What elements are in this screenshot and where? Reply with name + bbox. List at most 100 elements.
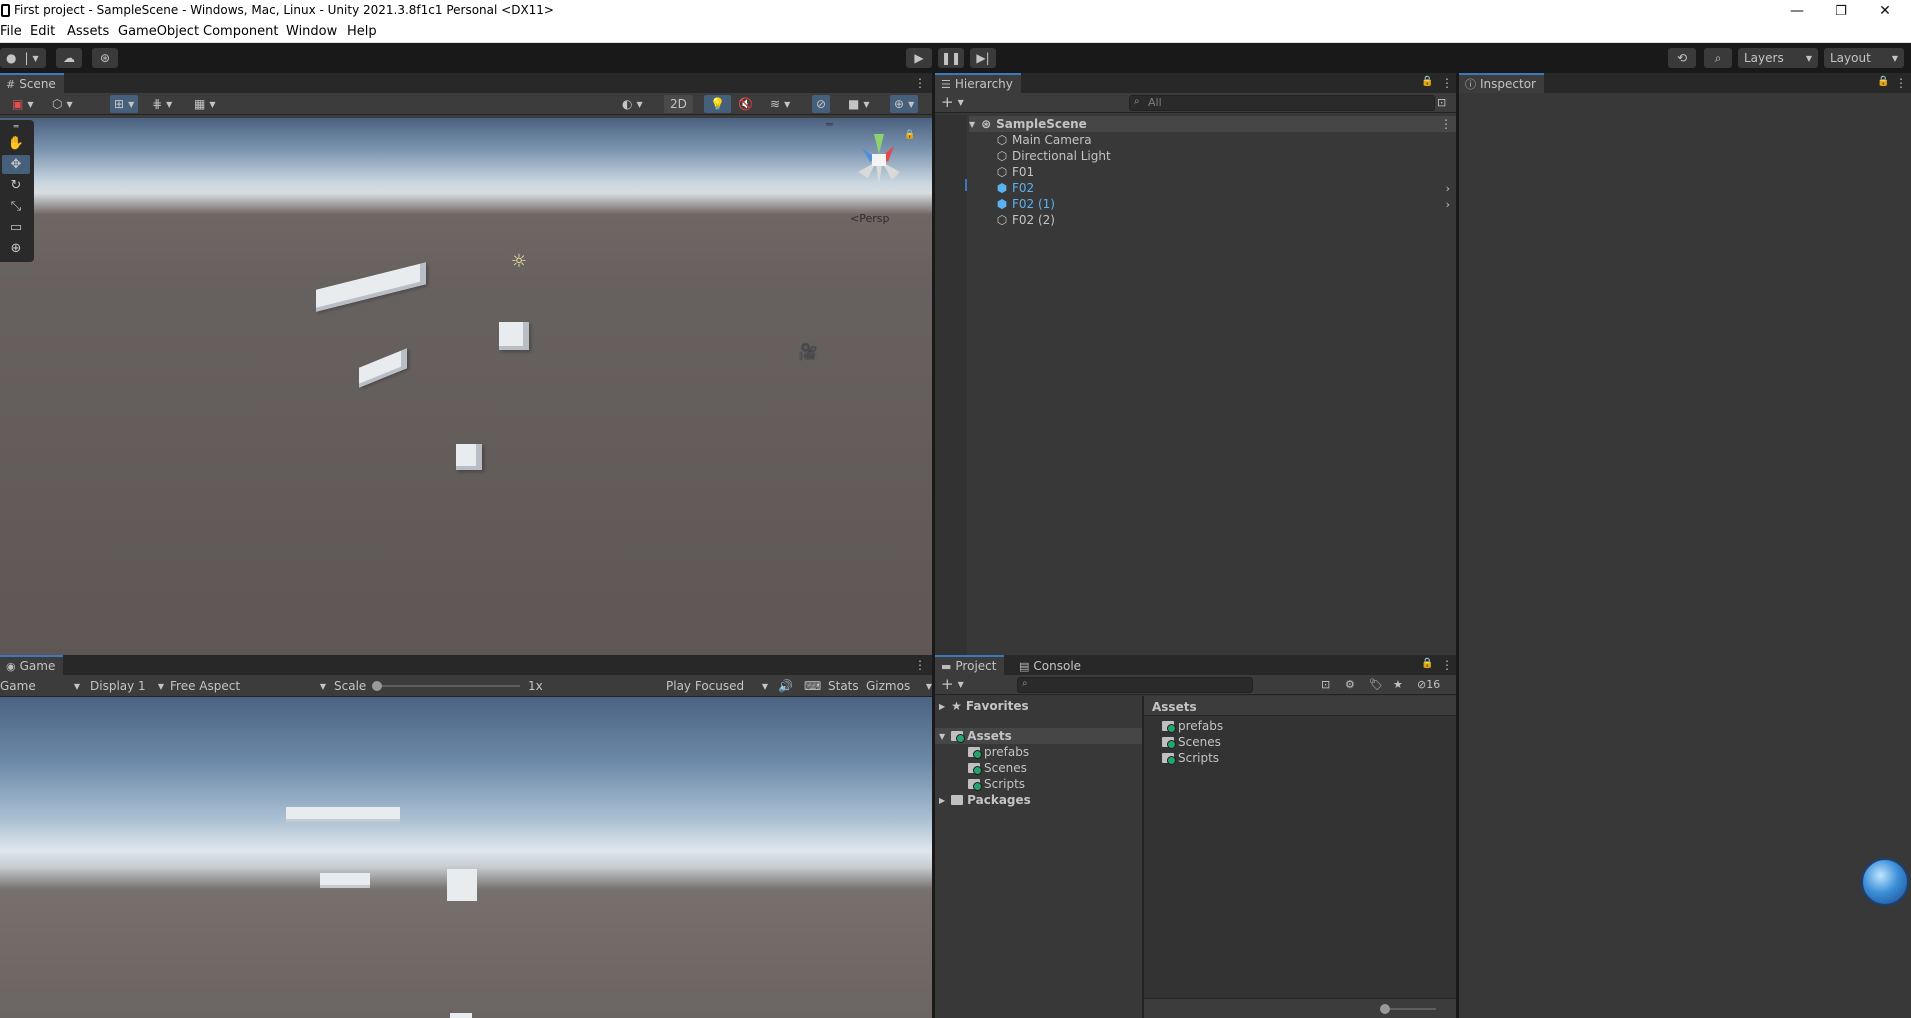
grid-snap-toggle[interactable]: ⊞ ▼ — [110, 95, 139, 113]
hidden-objects-toggle[interactable]: ⊘ — [812, 95, 831, 113]
restore-button[interactable]: ❐ — [1819, 0, 1863, 22]
mute-audio-button[interactable]: 🔊 — [778, 677, 793, 695]
content-folder[interactable]: Scripts — [1162, 750, 1219, 766]
transform-tool-icon[interactable]: ⊕ — [2, 239, 30, 258]
layout-dropdown[interactable]: Layout ▼ — [1824, 48, 1904, 68]
draw-mode-dropdown[interactable]: ▣ ▼ — [12, 95, 34, 113]
scene-menu-icon[interactable]: ⋮ — [914, 76, 926, 90]
scene-object-platform-short[interactable] — [359, 348, 407, 388]
minimize-button[interactable]: — — [1775, 0, 1819, 22]
hierarchy-item[interactable]: ⬡ Directional Light — [995, 148, 1111, 164]
scene-menu-icon[interactable]: ⋮ — [1440, 117, 1452, 131]
scene-viewport[interactable]: ☼ 🎥 🔒 ═ <Persp — [0, 118, 932, 655]
tab-hierarchy[interactable]: ☰ Hierarchy — [935, 73, 1021, 93]
step-button[interactable]: ▶| — [970, 48, 996, 68]
chevron-right-icon[interactable]: › — [1446, 198, 1450, 211]
collab-button[interactable]: ⊛ — [92, 48, 118, 68]
effects-dropdown[interactable]: ≋ ▼ — [770, 95, 790, 113]
close-button[interactable]: ✕ — [1863, 0, 1907, 22]
lock-icon[interactable]: 🔒 — [1421, 76, 1433, 87]
gizmo-lock-icon[interactable]: 🔒 — [904, 130, 915, 140]
menu-edit[interactable]: Edit — [30, 24, 55, 39]
content-breadcrumb[interactable]: Assets — [1144, 696, 1456, 716]
inspector-menu-icon[interactable]: ⋮ — [1895, 76, 1907, 90]
content-folder[interactable]: Scenes — [1162, 734, 1221, 750]
lighting-toggle[interactable]: 💡 — [704, 95, 731, 113]
hierarchy-menu-icon[interactable]: ⋮ — [1441, 76, 1453, 90]
scene-object-cube-b[interactable] — [456, 444, 482, 470]
hierarchy-scene-row[interactable]: ▼ ⊛ SampleScene ⋮ — [969, 116, 1456, 132]
shading-mode-dropdown[interactable]: ◐ ▼ — [622, 95, 643, 113]
camera-gizmo-icon[interactable]: 🎥 — [798, 342, 828, 366]
expand-arrow-icon[interactable]: ▶ — [939, 796, 945, 805]
projection-toggle[interactable]: <Persp — [850, 212, 889, 225]
favorite-button[interactable]: ★ — [1393, 675, 1403, 693]
hierarchy-item[interactable]: ⬡ F02 (2) — [995, 212, 1055, 228]
tree-folder[interactable]: prefabs — [968, 744, 1029, 760]
create-dropdown[interactable]: + ▼ — [941, 93, 964, 111]
gizmo-menu-icon[interactable]: ═ — [826, 118, 833, 131]
hierarchy-item[interactable]: ⬡ F01 — [995, 164, 1034, 180]
chevron-right-icon[interactable]: › — [1446, 182, 1450, 195]
display-dropdown[interactable]: Display 1 ▼ — [90, 677, 164, 695]
icon-size-slider-thumb[interactable] — [1380, 1004, 1390, 1014]
hierarchy-search-input[interactable]: ⌕ All — [1129, 95, 1435, 111]
cloud-button[interactable]: ☁ — [56, 48, 82, 68]
rotate-tool-icon[interactable]: ↻ — [2, 176, 30, 195]
camera-dropdown[interactable]: ■ ▼ — [848, 95, 870, 113]
orientation-gizmo[interactable] — [848, 128, 910, 198]
tree-folder[interactable]: Scripts — [968, 776, 1025, 792]
scale-slider-thumb[interactable] — [372, 681, 382, 691]
menu-assets[interactable]: Assets — [67, 24, 109, 39]
game-mode-dropdown[interactable]: Game ▼ — [0, 677, 80, 695]
aspect-dropdown[interactable]: Free Aspect ▼ — [170, 677, 326, 695]
menu-component[interactable]: Component — [203, 24, 278, 39]
gizmos-dropdown[interactable]: ⊕ ▼ — [890, 95, 919, 113]
pause-button[interactable]: ❚❚ — [938, 48, 964, 68]
grid-visibility-dropdown[interactable]: ▦ ▼ — [194, 95, 216, 113]
game-menu-icon[interactable]: ⋮ — [914, 658, 926, 672]
play-button[interactable]: ▶ — [906, 48, 932, 68]
layers-dropdown[interactable]: Layers ▼ — [1738, 48, 1818, 68]
menu-file[interactable]: File — [0, 24, 22, 39]
content-folder[interactable]: prefabs — [1162, 718, 1223, 734]
gizmos-toggle[interactable]: Gizmos ▼ — [866, 677, 932, 695]
assistant-badge-icon[interactable] — [1861, 858, 1909, 906]
filter-label-button[interactable]: 🏷 — [1369, 675, 1383, 693]
move-tool-icon[interactable]: ✥ — [2, 155, 30, 174]
audio-toggle[interactable]: 🔇 — [738, 95, 753, 113]
scene-object-cube-a[interactable] — [499, 322, 529, 350]
menu-window[interactable]: Window — [286, 24, 337, 39]
palette-handle-icon[interactable]: ═ — [2, 122, 30, 131]
lock-icon[interactable]: 🔒 — [1877, 76, 1889, 87]
scale-slider-track[interactable] — [372, 681, 520, 691]
game-viewport[interactable] — [0, 697, 932, 1018]
search-button[interactable]: ⌕ — [1704, 48, 1732, 68]
tab-inspector[interactable]: ⓘ Inspector — [1459, 73, 1544, 93]
project-menu-icon[interactable]: ⋮ — [1441, 658, 1453, 672]
tab-scene[interactable]: # Scene — [0, 73, 64, 93]
tree-packages[interactable]: ▶ Packages — [939, 792, 1031, 808]
create-asset-dropdown[interactable]: + ▼ — [941, 675, 964, 693]
scene-object-platform-long[interactable] — [316, 262, 426, 312]
menu-help[interactable]: Help — [347, 24, 377, 39]
play-mode-dropdown[interactable]: Play Focused ▼ — [666, 677, 768, 695]
tab-project[interactable]: ▬ Project — [935, 655, 1005, 675]
shortcuts-button[interactable]: ⌨ — [804, 677, 821, 695]
search-scope-button[interactable]: ⊡ — [1437, 93, 1446, 111]
toggle-2d-button[interactable]: 2D — [664, 95, 693, 113]
icon-size-slider[interactable] — [1380, 1004, 1436, 1014]
tree-favorites[interactable]: ▶ ★ Favorites — [939, 698, 1029, 714]
hand-tool-icon[interactable]: ✋ — [2, 134, 30, 153]
filter-type-button[interactable]: ⚙ — [1345, 675, 1355, 693]
stats-button[interactable]: Stats — [828, 677, 859, 695]
tab-game[interactable]: ◉ Game — [0, 655, 64, 675]
rect-tool-icon[interactable]: ▭ — [2, 218, 30, 237]
search-scene-button[interactable]: ⊡ — [1321, 675, 1330, 693]
hierarchy-item[interactable]: ⬢ F02 (1) › — [995, 196, 1456, 212]
tree-assets[interactable]: ▼ Assets — [935, 728, 1142, 744]
expand-arrow-icon[interactable]: ▼ — [969, 120, 975, 129]
hidden-packages-toggle[interactable]: ⊘ 16 — [1417, 675, 1440, 693]
hierarchy-item[interactable]: ⬡ Main Camera — [995, 132, 1092, 148]
hierarchy-item[interactable]: ⬢ F02 › — [995, 180, 1456, 196]
